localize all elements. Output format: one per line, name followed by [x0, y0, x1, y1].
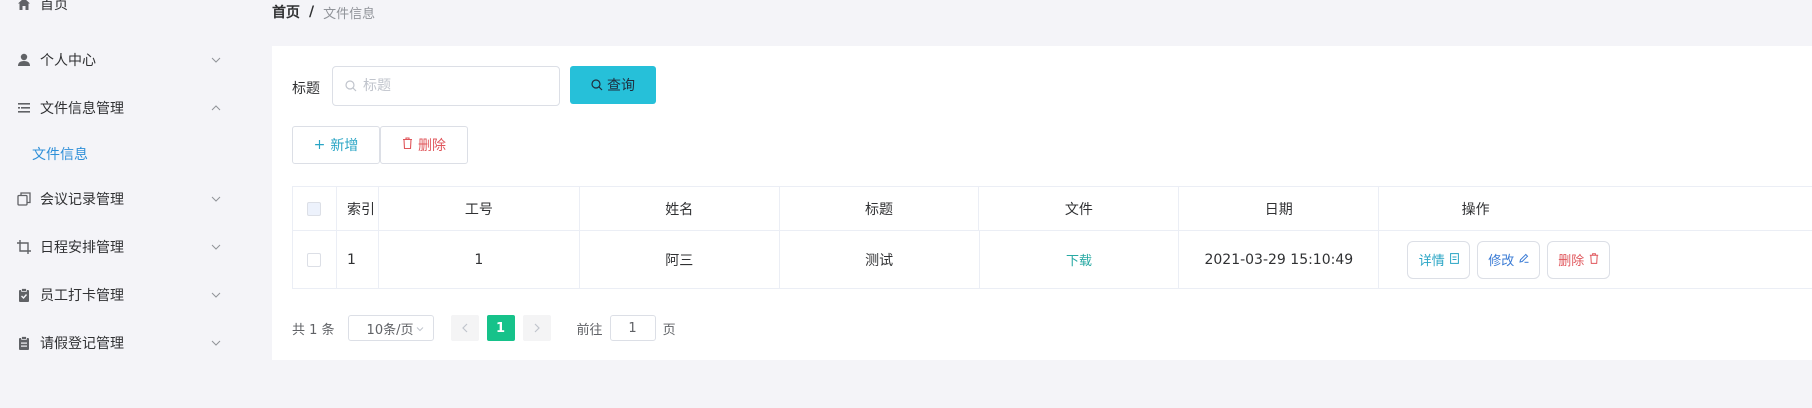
- sidebar-item-label: 文件信息管理: [40, 101, 124, 117]
- chevron-up-icon: [211, 105, 221, 111]
- header-operations: 操作: [1379, 187, 1812, 231]
- header-name: 姓名: [579, 187, 780, 231]
- header-index: 索引: [336, 187, 379, 231]
- chevron-left-icon: [461, 323, 467, 333]
- add-button[interactable]: + 新增: [292, 126, 380, 164]
- download-link[interactable]: 下载: [1066, 250, 1092, 269]
- cell-date: 2021-03-29 15:10:49: [1179, 231, 1380, 289]
- cell-file: 下载: [979, 231, 1180, 289]
- cell-operations: 详情 修改 删除: [1379, 231, 1812, 289]
- table-header-row: 索引 工号 姓名 标题 文件 日期 操作: [293, 187, 1812, 231]
- header-date: 日期: [1179, 187, 1380, 231]
- list-icon: [16, 100, 32, 116]
- sidebar-item-file-management[interactable]: 文件信息管理: [0, 90, 250, 126]
- chevron-down-icon: [211, 340, 221, 346]
- row-checkbox-cell: [293, 231, 337, 289]
- sidebar-item-label: 员工打卡管理: [40, 288, 124, 304]
- sidebar-item-label: 请假登记管理: [40, 336, 124, 352]
- sidebar-item-file-info[interactable]: 文件信息: [0, 136, 250, 172]
- goto-label: 前往: [576, 322, 603, 338]
- chevron-down-icon: [416, 327, 423, 332]
- search-label: 标题: [292, 81, 320, 97]
- delete-button[interactable]: 删除: [1547, 240, 1611, 279]
- sidebar-item-label: 会议记录管理: [40, 192, 124, 208]
- sidebar-item-home[interactable]: 首页: [0, 0, 250, 22]
- search-icon: [345, 80, 357, 92]
- user-icon: [16, 52, 32, 68]
- sidebar-item-label: 日程安排管理: [40, 240, 124, 256]
- detail-button[interactable]: 详情: [1407, 240, 1471, 279]
- edit-icon: [1519, 253, 1529, 266]
- clipboard-check-icon: [16, 287, 32, 303]
- table-row: 1 1 阿三 测试 下载 2021-03-29 15:10:49 详情 修改 删…: [293, 231, 1812, 289]
- sidebar-item-label: 个人中心: [40, 53, 96, 69]
- search-field[interactable]: [332, 66, 560, 106]
- goto-page-input[interactable]: 1: [609, 315, 656, 341]
- content-card: 标题 查询 + 新增 删除 索引 工号 姓名 标题 文件 日期 操作: [272, 46, 1812, 360]
- breadcrumb-home[interactable]: 首页: [272, 2, 300, 22]
- document-icon: [1449, 252, 1459, 267]
- cell-employee-no: 1: [378, 231, 580, 289]
- chevron-down-icon: [211, 244, 221, 250]
- row-checkbox[interactable]: [307, 252, 322, 267]
- data-table: 索引 工号 姓名 标题 文件 日期 操作 1 1 阿三 测试 下载 2021-0…: [292, 186, 1812, 289]
- prev-page-button[interactable]: [450, 315, 479, 341]
- sidebar-item-label: 文件信息: [32, 147, 88, 163]
- trash-icon: [402, 137, 413, 153]
- copy-icon: [16, 191, 32, 207]
- cell-index: 1: [336, 231, 379, 289]
- page-size-select[interactable]: 10条/页: [347, 315, 434, 341]
- page-size-value: 10条/页: [366, 322, 414, 338]
- sidebar-item-leave[interactable]: 请假登记管理: [0, 325, 250, 361]
- chevron-down-icon: [211, 57, 221, 63]
- sidebar-item-schedule[interactable]: 日程安排管理: [0, 229, 250, 265]
- header-checkbox-cell: [293, 187, 337, 231]
- pagination-total: 共 1 条: [292, 322, 335, 338]
- breadcrumb: 首页 / 文件信息: [272, 2, 375, 22]
- query-button-label: 查询: [607, 77, 635, 93]
- page-number-active[interactable]: 1: [486, 315, 515, 341]
- sidebar: 首页 个人中心 文件信息管理 文件信息 会议记录管理 日程安排管理 员工打卡管理…: [0, 0, 250, 408]
- cell-name: 阿三: [579, 231, 780, 289]
- header-employee-no: 工号: [378, 187, 580, 231]
- search-icon: [591, 79, 603, 91]
- detail-button-label: 详情: [1418, 254, 1445, 269]
- clipboard-icon: [16, 335, 32, 351]
- edit-button-label: 修改: [1488, 254, 1515, 269]
- crop-icon: [16, 239, 32, 255]
- select-all-checkbox[interactable]: [307, 201, 322, 216]
- breadcrumb-separator: /: [309, 4, 315, 20]
- header-file: 文件: [979, 187, 1180, 231]
- sidebar-item-label: 首页: [40, 0, 68, 13]
- sidebar-item-meeting-records[interactable]: 会议记录管理: [0, 181, 250, 217]
- breadcrumb-current: 文件信息: [323, 6, 376, 22]
- sidebar-item-personal-center[interactable]: 个人中心: [0, 42, 250, 78]
- next-page-button[interactable]: [522, 315, 551, 341]
- trash-icon: [1589, 252, 1599, 267]
- goto-suffix: 页: [662, 322, 676, 338]
- query-button[interactable]: 查询: [570, 66, 656, 104]
- plus-icon: +: [313, 137, 326, 153]
- header-title: 标题: [779, 187, 980, 231]
- chevron-right-icon: [534, 323, 540, 333]
- home-icon: [16, 0, 32, 12]
- edit-button[interactable]: 修改: [1477, 240, 1541, 279]
- batch-delete-button-label: 删除: [418, 138, 446, 154]
- cell-title: 测试: [779, 231, 980, 289]
- pagination: 共 1 条 10条/页 1 前往 1 页: [292, 314, 676, 342]
- sidebar-item-attendance[interactable]: 员工打卡管理: [0, 277, 250, 313]
- delete-button-label: 删除: [1558, 254, 1585, 269]
- chevron-down-icon: [211, 196, 221, 202]
- batch-delete-button[interactable]: 删除: [380, 126, 468, 164]
- search-input[interactable]: [363, 78, 543, 94]
- add-button-label: 新增: [330, 138, 359, 154]
- chevron-down-icon: [211, 292, 221, 298]
